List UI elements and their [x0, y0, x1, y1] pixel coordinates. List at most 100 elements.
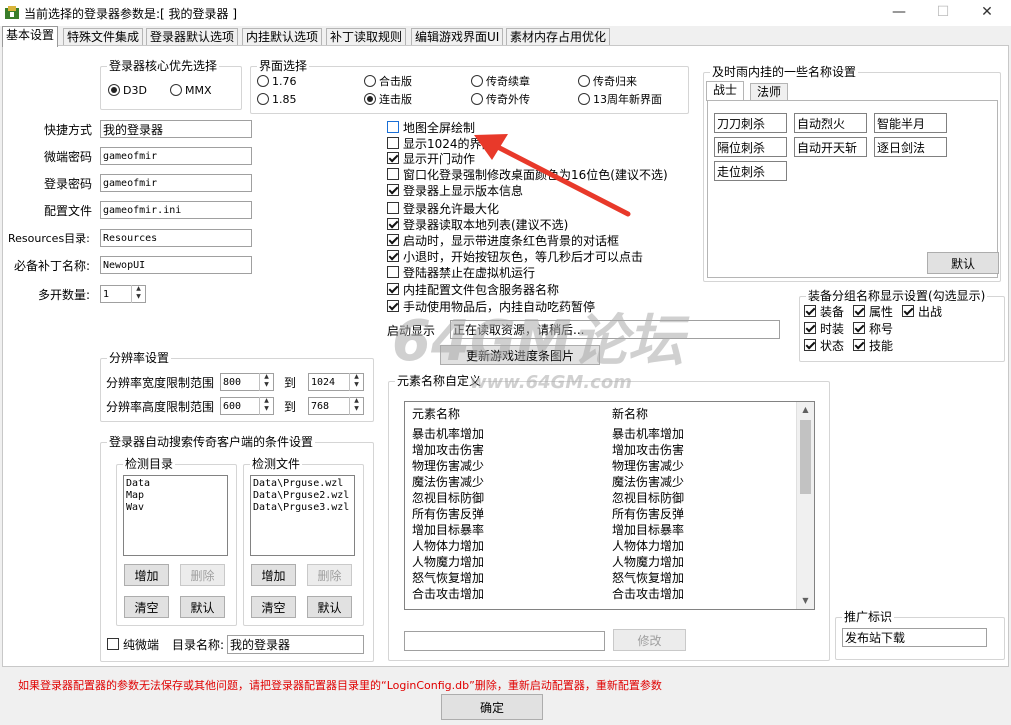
spin-up-icon[interactable]: ▲ — [260, 397, 273, 405]
list-item[interactable]: Data\Prguse2.wzl — [253, 490, 352, 502]
list-item[interactable]: Data — [126, 478, 225, 490]
chk-attribute[interactable]: 属性 — [853, 305, 893, 319]
radio-waizhuan[interactable]: 传奇外传 — [471, 93, 530, 107]
multi-open-spinner[interactable]: ▲ ▼ — [131, 285, 145, 303]
spin-up-icon[interactable]: ▲ — [260, 373, 273, 381]
chk-title[interactable]: 称号 — [853, 322, 893, 336]
radio-xuzhang[interactable]: 传奇续章 — [471, 75, 530, 89]
maximize-button[interactable]: ☐ — [920, 0, 966, 26]
scroll-down-icon[interactable]: ▼ — [797, 593, 814, 609]
spin-up-icon[interactable]: ▲ — [132, 285, 145, 293]
file-delete-button[interactable]: 删除 — [307, 564, 352, 586]
login-password-input[interactable]: gameofmir — [100, 174, 252, 192]
column-header-new[interactable]: 新名称 — [612, 406, 648, 422]
table-row[interactable]: 增加攻击伤害 增加攻击伤害 — [405, 442, 814, 458]
dir-default-button[interactable]: 默认 — [180, 596, 225, 618]
file-add-button[interactable]: 增加 — [251, 564, 296, 586]
chk-door-animation[interactable]: 显示开门动作 — [387, 152, 475, 166]
table-row[interactable]: 人物体力增加 人物体力增加 — [405, 538, 814, 554]
element-names-grid[interactable]: 元素名称 新名称 暴击机率增加 暴击机率增加 增加攻击伤害 增加攻击伤害 物理伤害减少… — [404, 401, 815, 610]
chk-map-fullscreen[interactable]: 地图全屏绘制 — [387, 121, 475, 135]
tab-special-files[interactable]: 特殊文件集成 — [63, 28, 144, 46]
chk-config-server-name[interactable]: 内挂配置文件包含服务器名称 — [387, 283, 559, 297]
spin-up-icon[interactable]: ▲ — [350, 397, 363, 405]
skill-tab-mage[interactable]: 法师 — [750, 83, 789, 101]
tab-basic-settings[interactable]: 基本设置 — [2, 26, 59, 47]
dir-name-input[interactable]: 我的登录器 — [227, 635, 364, 654]
promo-input[interactable]: 发布站下载 — [842, 628, 987, 647]
minimize-button[interactable]: — — [876, 0, 922, 26]
skill-name-item[interactable]: 刀刀刺杀 — [714, 113, 787, 133]
spin-up-icon[interactable]: ▲ — [350, 373, 363, 381]
dir-clear-button[interactable]: 清空 — [124, 596, 169, 618]
skill-name-item[interactable]: 智能半月 — [874, 113, 947, 133]
tab-patch-rules[interactable]: 补丁读取规则 — [326, 28, 407, 46]
width-min-spinner[interactable]: ▲ ▼ — [259, 373, 273, 391]
table-row[interactable]: 物理伤害减少 物理伤害减少 — [405, 458, 814, 474]
scrollbar-thumb[interactable] — [800, 420, 811, 494]
spin-down-icon[interactable]: ▼ — [260, 381, 273, 389]
patch-name-input[interactable]: NewopUI — [100, 256, 252, 274]
micro-password-input[interactable]: gameofmir — [100, 147, 252, 165]
chk-equip[interactable]: 装备 — [804, 305, 844, 319]
spin-down-icon[interactable]: ▼ — [350, 405, 363, 413]
chk-fashion[interactable]: 时装 — [804, 322, 844, 336]
table-row[interactable]: 暴击机率增加 暴击机率增加 — [405, 426, 814, 442]
chk-pure-micro[interactable]: 纯微端 — [107, 638, 159, 652]
radio-176[interactable]: 1.76 — [257, 75, 297, 89]
chk-status[interactable]: 状态 — [804, 339, 844, 353]
scroll-up-icon[interactable]: ▲ — [797, 402, 814, 418]
width-max-spinner[interactable]: ▲ ▼ — [349, 373, 363, 391]
table-row[interactable]: 增加目标暴率 增加目标暴率 — [405, 522, 814, 538]
radio-mmx[interactable]: MMX — [170, 84, 212, 98]
file-clear-button[interactable]: 清空 — [251, 596, 296, 618]
skill-tab-warrior[interactable]: 战士 — [706, 81, 745, 101]
config-file-input[interactable]: gameofmir.ini — [100, 201, 252, 219]
spin-down-icon[interactable]: ▼ — [260, 405, 273, 413]
list-item[interactable]: Map — [126, 490, 225, 502]
radio-heji[interactable]: 合击版 — [364, 75, 412, 89]
height-min-spinner[interactable]: ▲ ▼ — [259, 397, 273, 415]
height-max-spinner[interactable]: ▲ ▼ — [349, 397, 363, 415]
list-item[interactable]: Data\Prguse3.wzl — [253, 502, 352, 514]
resources-input[interactable]: Resources — [100, 229, 252, 247]
radio-d3d[interactable]: D3D — [108, 84, 147, 98]
radio-185[interactable]: 1.85 — [257, 93, 297, 107]
radio-13th[interactable]: 13周年新界面 — [578, 93, 662, 107]
list-item[interactable]: Wav — [126, 502, 225, 514]
table-row[interactable]: 所有伤害反弹 所有伤害反弹 — [405, 506, 814, 522]
skill-name-item[interactable]: 自动烈火 — [794, 113, 867, 133]
table-row[interactable]: 魔法伤害减少 魔法伤害减少 — [405, 474, 814, 490]
chk-skill[interactable]: 技能 — [853, 339, 893, 353]
spin-down-icon[interactable]: ▼ — [132, 293, 145, 301]
chk-battle[interactable]: 出战 — [902, 305, 942, 319]
table-row[interactable]: 怒气恢复增加 怒气恢复增加 — [405, 570, 814, 586]
list-item[interactable]: Data\Prguse.wzl — [253, 478, 352, 490]
radio-lianji[interactable]: 连击版 — [364, 93, 412, 107]
chk-no-vm[interactable]: 登陆器禁止在虚拟机运行 — [387, 266, 535, 280]
file-default-button[interactable]: 默认 — [307, 596, 352, 618]
chk-logout-grey-button[interactable]: 小退时，开始按钮灰色，等几秒后才可以点击 — [387, 250, 643, 264]
table-row[interactable]: 人物魔力增加 人物魔力增加 — [405, 554, 814, 570]
skill-name-item[interactable]: 自动开天斩 — [794, 137, 867, 157]
ok-button[interactable]: 确定 — [441, 694, 543, 720]
column-header-element[interactable]: 元素名称 — [412, 406, 460, 422]
tab-plugin-defaults[interactable]: 内挂默认选项 — [242, 28, 323, 46]
modify-button[interactable]: 修改 — [613, 629, 686, 651]
vertical-scrollbar[interactable]: ▲ ▼ — [796, 402, 814, 609]
tab-launcher-defaults[interactable]: 登录器默认选项 — [146, 28, 239, 46]
table-row[interactable]: 合击攻击增加 合击攻击增加 — [405, 586, 814, 602]
detect-file-list[interactable]: Data\Prguse.wzl Data\Prguse2.wzl Data\Pr… — [250, 475, 355, 556]
spin-down-icon[interactable]: ▼ — [350, 381, 363, 389]
detect-dir-list[interactable]: Data Map Wav — [123, 475, 228, 556]
skill-name-item[interactable]: 逐日剑法 — [874, 137, 947, 157]
tab-memory-optimize[interactable]: 素材内存占用优化 — [506, 28, 611, 46]
skill-name-item[interactable]: 隔位刺杀 — [714, 137, 787, 157]
skill-default-button[interactable]: 默认 — [927, 252, 999, 274]
skill-name-item[interactable]: 走位刺杀 — [714, 161, 787, 181]
table-row[interactable]: 忽视目标防御 忽视目标防御 — [405, 490, 814, 506]
dir-delete-button[interactable]: 删除 — [180, 564, 225, 586]
close-button[interactable]: ✕ — [964, 0, 1010, 26]
shortcut-input[interactable]: 我的登录器 — [100, 120, 252, 138]
radio-guilai[interactable]: 传奇归来 — [578, 75, 637, 89]
